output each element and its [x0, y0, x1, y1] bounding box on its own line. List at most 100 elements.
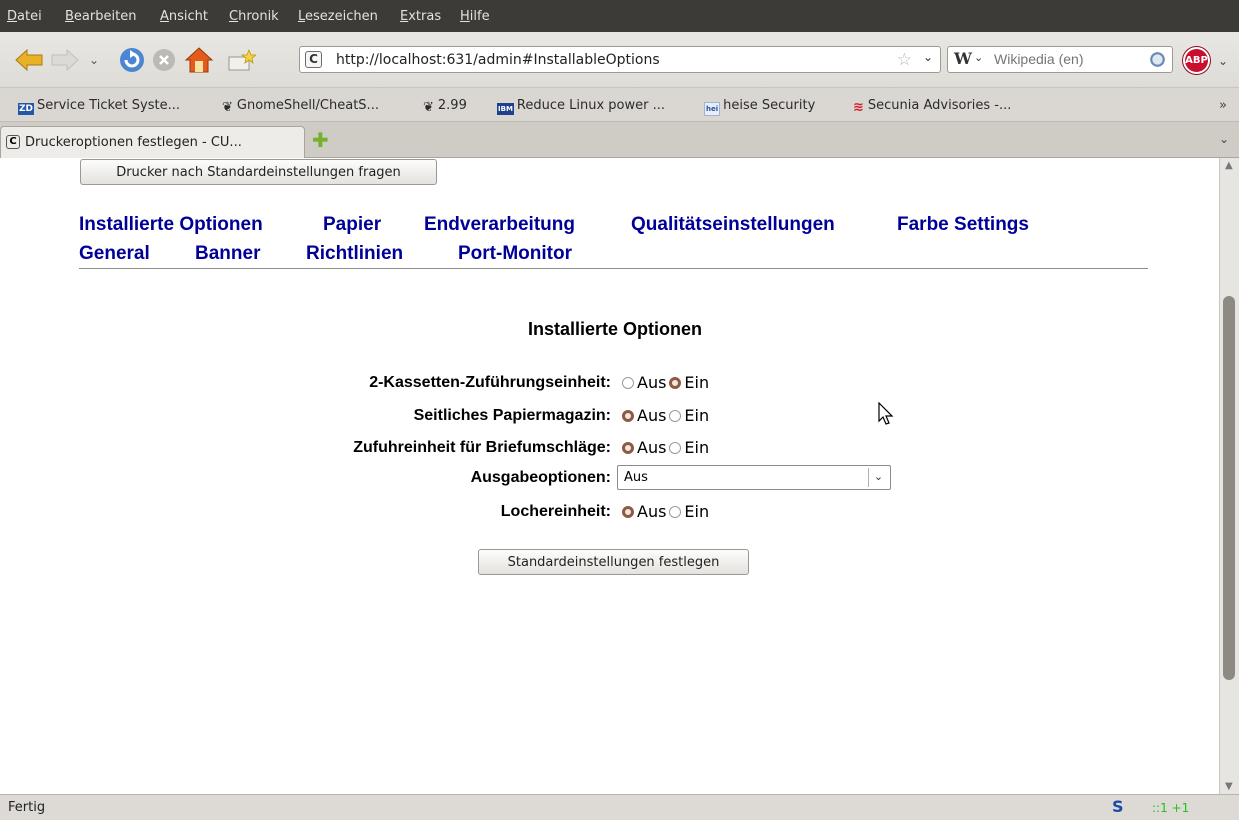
nav-link-banner[interactable]: Banner — [195, 243, 260, 265]
bookmarks-overflow-icon[interactable]: » — [1219, 98, 1227, 113]
tab-list-chevron-icon[interactable]: ⌄ — [1219, 132, 1229, 146]
page-content: Drucker nach Standardeinstellungen frage… — [0, 158, 1219, 794]
new-tab-plus-icon[interactable]: ✚ — [312, 130, 329, 150]
menu-ansicht[interactable]: Ansicht — [160, 9, 208, 25]
radio-ein-checked[interactable] — [669, 377, 682, 389]
radio-label: Ein — [684, 406, 710, 425]
bookmark-label: Secunia Advisories -... — [867, 98, 1012, 113]
back-button[interactable] — [14, 47, 44, 73]
radio-aus[interactable] — [622, 377, 634, 389]
reload-icon — [120, 48, 144, 72]
menu-hilfe[interactable]: Hilfe — [460, 9, 490, 25]
bookmark-label: Reduce Linux power ... — [516, 98, 665, 113]
option-label: Ausgabeoptionen: — [470, 469, 611, 486]
bookmark-star-outline-icon[interactable]: ☆ — [897, 50, 912, 70]
toolbar-overflow-icon[interactable]: ⌄ — [1218, 54, 1228, 68]
zendesk-icon: ZD — [18, 103, 34, 115]
ausgabeoptionen-select[interactable]: Aus ⌄ — [617, 465, 891, 490]
tab-strip: C Druckeroptionen festlegen - CU... ✚ ⌄ — [0, 122, 1239, 158]
radio-aus-checked[interactable] — [622, 442, 634, 454]
bookmark-label: heise Security — [723, 98, 816, 113]
menu-datei[interactable]: Datei — [7, 9, 42, 25]
search-icon[interactable] — [1149, 51, 1166, 68]
bookmark-star-icon — [228, 48, 256, 71]
nav-link-endverarbeitung[interactable]: Endverarbeitung — [424, 214, 575, 236]
bookmarks-toolbar: ZD Service Ticket Syste... ❦ GnomeShell/Ch… — [0, 88, 1239, 122]
tab-active[interactable]: C Druckeroptionen festlegen - CU... — [0, 126, 305, 158]
radio-ein[interactable] — [669, 506, 682, 518]
option-label: Zufuhreinheit für Briefumschläge: — [353, 439, 611, 456]
bookmark-label: GnomeShell/CheatS... — [236, 98, 379, 113]
adblock-plus-icon[interactable]: ABP — [1183, 47, 1210, 74]
radio-ein[interactable] — [669, 410, 682, 422]
radio-aus-checked[interactable] — [622, 410, 634, 422]
wikipedia-icon[interactable]: W — [954, 49, 972, 69]
nav-link-installierte-optionen[interactable]: Installierte Optionen — [79, 214, 263, 236]
set-defaults-button[interactable]: Standardeinstellungen festlegen — [478, 549, 749, 575]
menu-lesezeichen[interactable]: Lesezeichen — [298, 9, 378, 25]
secunia-icon: ≋ — [853, 100, 864, 115]
bookmark-item[interactable]: ❦ GnomeShell/CheatS... — [221, 98, 379, 114]
bookmark-label: Service Ticket Syste... — [37, 98, 180, 113]
gnome-icon: ❦ — [423, 100, 434, 115]
nav-link-farbe-settings[interactable]: Farbe Settings — [897, 214, 1029, 236]
forward-arrow-icon — [51, 48, 79, 72]
bookmark-label: 2.99 — [437, 98, 467, 113]
gnome-icon: ❦ — [222, 100, 233, 115]
bookmark-item[interactable]: ZD Service Ticket Syste... — [18, 98, 180, 115]
bookmark-item[interactable]: ❦ 2.99 — [422, 98, 467, 114]
scroll-up-icon[interactable]: ▲ — [1225, 160, 1233, 171]
radio-label: Aus — [637, 373, 667, 392]
engine-dropdown-icon[interactable]: ⌄ — [974, 51, 983, 64]
mouse-cursor-icon — [878, 402, 894, 425]
menu-chronik[interactable]: Chronik — [229, 9, 279, 25]
select-value: Aus — [624, 470, 648, 485]
url-bar[interactable]: C http://localhost:631/admin#Installable… — [299, 46, 941, 73]
radio-label: Ein — [684, 438, 710, 457]
status-bar: Fertig S ::1 +1 — [0, 794, 1239, 820]
query-defaults-button[interactable]: Drucker nach Standardeinstellungen frage… — [80, 159, 437, 185]
bookmark-page-button[interactable] — [226, 48, 256, 72]
radio-aus-checked[interactable] — [622, 506, 634, 518]
back-arrow-icon — [15, 48, 43, 72]
bookmark-item[interactable]: ≋ Secunia Advisories -... — [852, 98, 1011, 114]
history-dropdown-icon[interactable]: ⌄ — [86, 52, 102, 68]
bookmark-item[interactable]: IBM Reduce Linux power ... — [497, 98, 665, 115]
menu-bearbeiten[interactable]: Bearbeiten — [65, 9, 136, 25]
stop-button[interactable] — [152, 48, 176, 72]
chevron-down-icon[interactable]: ⌄ — [868, 468, 888, 487]
nav-link-qualitaetseinstellungen[interactable]: Qualitätseinstellungen — [631, 214, 835, 236]
menu-extras[interactable]: Extras — [400, 9, 441, 25]
option-label: Seitliches Papiermagazin: — [413, 407, 611, 424]
stop-icon — [153, 49, 175, 71]
nav-link-papier[interactable]: Papier — [323, 214, 381, 236]
ibm-icon: IBM — [497, 103, 514, 115]
divider — [79, 268, 1148, 269]
tab-favicon-icon: C — [6, 135, 20, 149]
search-input[interactable] — [994, 51, 1134, 67]
radio-label: Ein — [684, 502, 710, 521]
site-identity-icon[interactable]: C — [305, 51, 322, 68]
scrollbar-thumb[interactable] — [1223, 296, 1235, 680]
nav-link-port-monitor[interactable]: Port-Monitor — [458, 243, 572, 265]
heise-icon: hei — [704, 102, 721, 116]
tab-title: Druckeroptionen festlegen - CU... — [25, 135, 242, 150]
skype-s-icon[interactable]: S — [1112, 798, 1124, 816]
bookmark-item[interactable]: hei heise Security — [704, 98, 815, 116]
scroll-down-icon[interactable]: ▼ — [1225, 781, 1233, 792]
home-button[interactable] — [184, 46, 214, 74]
radio-ein[interactable] — [669, 442, 682, 454]
home-icon — [184, 47, 214, 73]
url-text[interactable]: http://localhost:631/admin#InstallableOp… — [336, 52, 660, 68]
menu-bar: Datei Bearbeiten Ansicht Chronik Lesezei… — [0, 0, 1239, 32]
nav-link-general[interactable]: General — [79, 243, 150, 265]
radio-label: Aus — [637, 502, 667, 521]
url-dropdown-icon[interactable]: ⌄ — [923, 50, 933, 64]
search-bar[interactable]: W ⌄ — [947, 46, 1173, 73]
forward-button[interactable] — [50, 47, 80, 73]
reload-button[interactable] — [118, 46, 146, 74]
vertical-scrollbar[interactable]: ▲ ▼ — [1219, 158, 1239, 794]
radio-group-lochereinheit: Aus Ein — [622, 502, 712, 522]
nav-link-richtlinien[interactable]: Richtlinien — [306, 243, 403, 265]
radio-group-kassetten: Aus Ein — [622, 373, 712, 393]
